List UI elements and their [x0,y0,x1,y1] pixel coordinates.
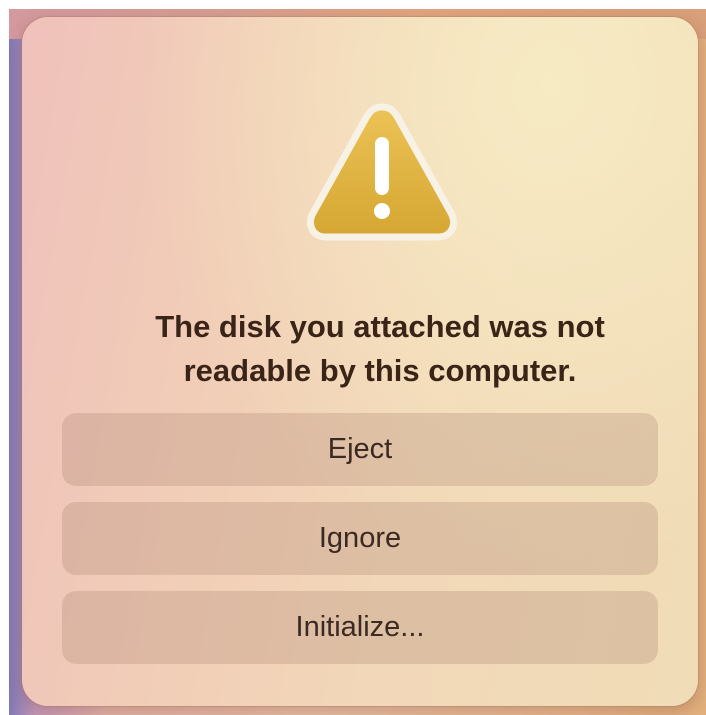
ignore-button[interactable]: Ignore [62,502,658,575]
warning-triangle-icon [307,103,457,241]
screen: The disk you attached was not readable b… [0,0,706,715]
alert-message: The disk you attached was not readable b… [62,305,698,393]
alert-message-line1: The disk you attached was not [155,309,605,344]
alert-message-line2: readable by this computer. [183,353,577,388]
eject-button[interactable]: Eject [62,413,658,486]
initialize-button[interactable]: Initialize... [62,591,658,664]
